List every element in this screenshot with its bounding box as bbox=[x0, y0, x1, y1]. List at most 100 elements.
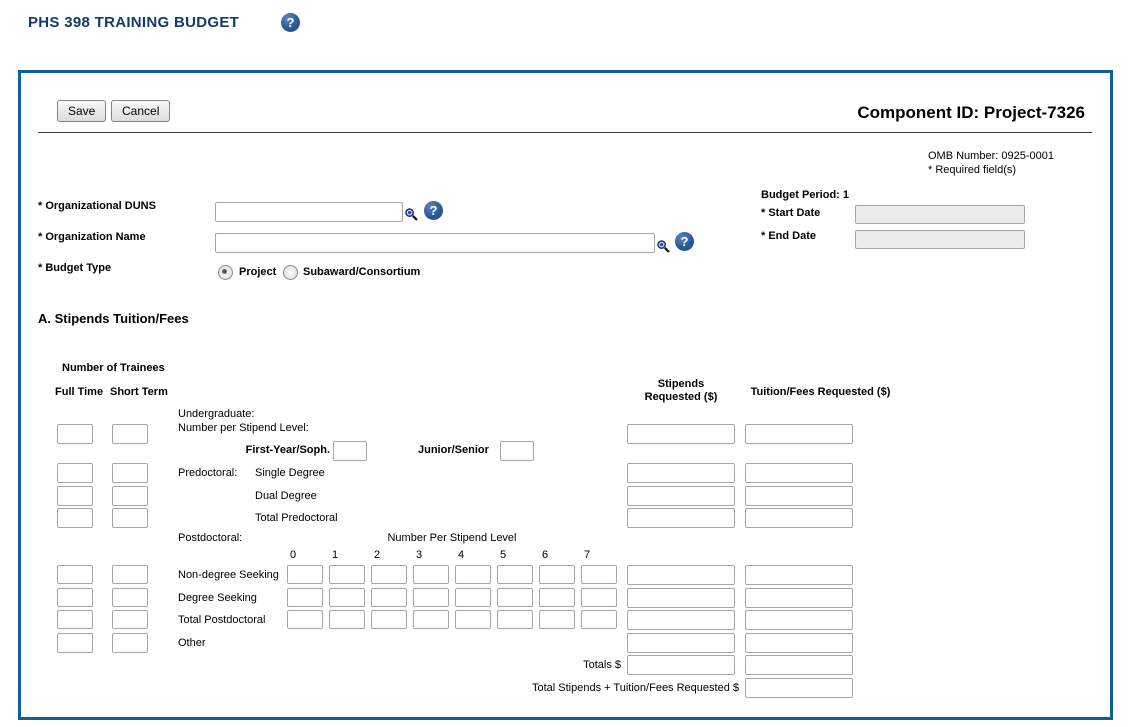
omb-number: OMB Number: 0925-0001 bbox=[928, 150, 1054, 162]
totals-tuition-input bbox=[745, 655, 853, 675]
other-tuition-input[interactable] bbox=[745, 633, 853, 653]
budget-type-project-label[interactable]: Project bbox=[239, 266, 276, 278]
degree-seeking-tuition-input[interactable] bbox=[745, 588, 853, 608]
page-title: PHS 398 TRAINING BUDGET bbox=[28, 14, 239, 31]
non-degree-seeking-label: Non-degree Seeking bbox=[178, 569, 279, 581]
short-term-header: Short Term bbox=[110, 386, 168, 398]
trainees-header: Number of Trainees bbox=[62, 362, 165, 374]
single-degree-tuition-input[interactable] bbox=[745, 463, 853, 483]
other-short-term-input[interactable] bbox=[112, 633, 148, 653]
save-button[interactable]: Save bbox=[57, 100, 106, 122]
non-degree-level-0-input[interactable] bbox=[287, 565, 323, 584]
degree-seeking-short-term-input[interactable] bbox=[112, 588, 148, 607]
single-degree-short-term-input[interactable] bbox=[112, 463, 148, 483]
end-date-input bbox=[855, 230, 1025, 249]
cancel-button[interactable]: Cancel bbox=[111, 100, 170, 122]
budget-type-label: * Budget Type bbox=[38, 262, 111, 274]
dual-degree-tuition-input[interactable] bbox=[745, 486, 853, 506]
degree-seeking-level-5-input[interactable] bbox=[497, 588, 533, 607]
non-degree-level-1-input[interactable] bbox=[329, 565, 365, 584]
stipend-level-6-header: 6 bbox=[542, 549, 548, 561]
degree-seeking-full-time-input[interactable] bbox=[57, 588, 93, 607]
total-predoctoral-label: Total Predoctoral bbox=[255, 512, 338, 524]
first-year-label: First-Year/Soph. bbox=[178, 444, 330, 456]
stipend-level-3-header: 3 bbox=[416, 549, 422, 561]
non-degree-level-2-input[interactable] bbox=[371, 565, 407, 584]
stipend-level-0-header: 0 bbox=[290, 549, 296, 561]
other-full-time-input[interactable] bbox=[57, 633, 93, 653]
degree-seeking-level-0-input[interactable] bbox=[287, 588, 323, 607]
postdoctoral-label: Postdoctoral: bbox=[178, 532, 242, 544]
non-degree-full-time-input[interactable] bbox=[57, 565, 93, 584]
org-name-help-icon[interactable]: ? bbox=[675, 232, 694, 251]
budget-type-project-radio[interactable] bbox=[218, 265, 233, 280]
grand-total-input bbox=[745, 678, 853, 698]
degree-seeking-level-7-input[interactable] bbox=[581, 588, 617, 607]
non-degree-short-term-input[interactable] bbox=[112, 565, 148, 584]
non-degree-tuition-input[interactable] bbox=[745, 565, 853, 585]
org-name-label: * Organization Name bbox=[38, 231, 146, 243]
undergraduate-short-term-input[interactable] bbox=[112, 424, 148, 444]
start-date-input bbox=[855, 205, 1025, 224]
stipends-requested-header: Stipends Requested ($) bbox=[625, 378, 737, 404]
org-name-input[interactable] bbox=[215, 233, 655, 253]
non-degree-level-6-input[interactable] bbox=[539, 565, 575, 584]
degree-seeking-level-4-input[interactable] bbox=[455, 588, 491, 607]
stipend-level-7-header: 7 bbox=[584, 549, 590, 561]
number-per-stipend-level-label: Number per Stipend Level: bbox=[178, 422, 309, 434]
question-glyph: ? bbox=[681, 234, 689, 249]
undergraduate-full-time-input[interactable] bbox=[57, 424, 93, 444]
non-degree-level-7-input[interactable] bbox=[581, 565, 617, 584]
stipend-level-5-header: 5 bbox=[500, 549, 506, 561]
org-name-lookup-magnifier-icon[interactable] bbox=[656, 239, 671, 259]
tuition-requested-header: Tuition/Fees Requested ($) bbox=[733, 386, 908, 398]
degree-seeking-level-6-input[interactable] bbox=[539, 588, 575, 607]
duns-lookup-magnifier-icon[interactable] bbox=[404, 207, 419, 227]
number-per-stipend-level-header: Number Per Stipend Level bbox=[287, 532, 617, 544]
other-stipends-input[interactable] bbox=[627, 633, 735, 653]
junior-senior-label: Junior/Senior bbox=[418, 444, 489, 456]
duns-input[interactable] bbox=[215, 202, 403, 222]
other-label: Other bbox=[178, 637, 206, 649]
phs398-training-budget-page: PHS 398 TRAINING BUDGET ? Save Cancel Co… bbox=[0, 0, 1137, 727]
totals-stipends-input bbox=[627, 655, 735, 675]
total-postdoctoral-short-term-input bbox=[112, 610, 148, 629]
undergraduate-tuition-input[interactable] bbox=[745, 424, 853, 444]
total-postdoctoral-full-time-input bbox=[57, 610, 93, 629]
total-postdoctoral-stipends-input bbox=[627, 610, 735, 630]
degree-seeking-level-1-input[interactable] bbox=[329, 588, 365, 607]
non-degree-level-4-input[interactable] bbox=[455, 565, 491, 584]
total-postdoctoral-level-7-input bbox=[581, 610, 617, 629]
single-degree-stipends-input[interactable] bbox=[627, 463, 735, 483]
header-divider bbox=[38, 132, 1092, 133]
total-predoctoral-tuition-input bbox=[745, 508, 853, 528]
totals-label: Totals $ bbox=[500, 659, 621, 671]
stipends-header-line1: Stipends bbox=[625, 378, 737, 391]
non-degree-stipends-input[interactable] bbox=[627, 565, 735, 585]
non-degree-level-3-input[interactable] bbox=[413, 565, 449, 584]
total-postdoctoral-level-6-input bbox=[539, 610, 575, 629]
dual-degree-short-term-input[interactable] bbox=[112, 486, 148, 506]
undergraduate-stipends-input[interactable] bbox=[627, 424, 735, 444]
duns-help-icon[interactable]: ? bbox=[424, 201, 443, 220]
degree-seeking-level-2-input[interactable] bbox=[371, 588, 407, 607]
single-degree-full-time-input[interactable] bbox=[57, 463, 93, 483]
single-degree-label: Single Degree bbox=[255, 467, 325, 479]
budget-type-subaward-label[interactable]: Subaward/Consortium bbox=[303, 266, 420, 278]
full-time-header: Full Time bbox=[55, 386, 103, 398]
budget-type-subaward-radio[interactable] bbox=[283, 265, 298, 280]
dual-degree-full-time-input[interactable] bbox=[57, 486, 93, 506]
total-postdoctoral-level-2-input bbox=[371, 610, 407, 629]
total-postdoctoral-level-3-input bbox=[413, 610, 449, 629]
non-degree-level-5-input[interactable] bbox=[497, 565, 533, 584]
first-year-input[interactable] bbox=[333, 441, 367, 461]
dual-degree-stipends-input[interactable] bbox=[627, 486, 735, 506]
junior-senior-input[interactable] bbox=[500, 441, 534, 461]
total-postdoctoral-level-4-input bbox=[455, 610, 491, 629]
total-predoctoral-full-time-input bbox=[57, 508, 93, 528]
help-icon[interactable]: ? bbox=[281, 13, 300, 32]
start-date-label: * Start Date bbox=[761, 207, 820, 219]
budget-period-title: Budget Period: 1 bbox=[761, 189, 849, 201]
degree-seeking-level-3-input[interactable] bbox=[413, 588, 449, 607]
degree-seeking-stipends-input[interactable] bbox=[627, 588, 735, 608]
